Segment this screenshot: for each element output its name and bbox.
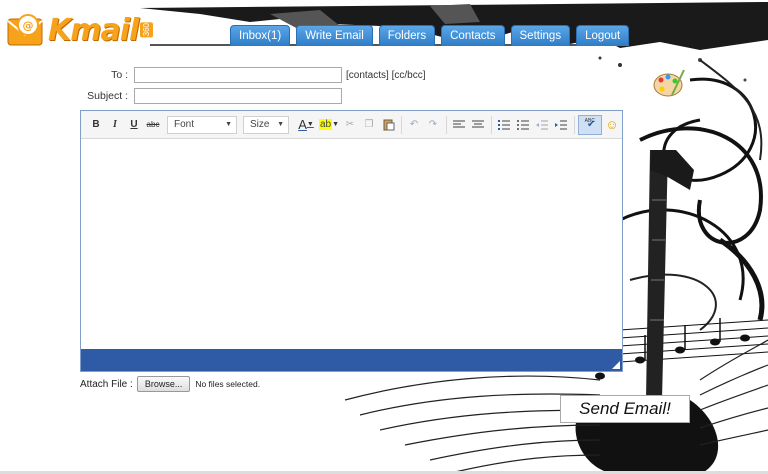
strikethrough-button[interactable]: abc xyxy=(144,116,162,134)
editor-toolbar: B I U abc Font ▼ Size ▼ A▼ ab▼ ✂ ❐ ↶ ↷ xyxy=(81,111,622,139)
align-center-icon[interactable] xyxy=(469,116,487,134)
tab-logout[interactable]: Logout xyxy=(576,25,630,46)
redo-icon[interactable]: ↷ xyxy=(424,116,442,134)
highlight-color-button[interactable]: ab ▼ xyxy=(318,116,340,134)
align-left-icon[interactable] xyxy=(450,116,468,134)
file-status: No files selected. xyxy=(195,379,261,389)
to-row: To : [contacts] [cc/bcc] xyxy=(80,67,425,83)
toolbar-separator xyxy=(574,115,575,134)
tab-folders[interactable]: Folders xyxy=(378,25,436,46)
bullet-list-icon[interactable] xyxy=(514,116,532,134)
subject-input[interactable] xyxy=(134,88,342,104)
size-select-label: Size xyxy=(250,119,270,130)
paste-icon[interactable] xyxy=(379,116,397,134)
resize-grip-icon[interactable] xyxy=(612,361,620,369)
chevron-down-icon: ▼ xyxy=(277,121,284,128)
toolbar-separator xyxy=(491,115,492,134)
logo-text: Kmail xyxy=(48,12,139,48)
attach-file-label: Attach File : xyxy=(80,378,133,390)
contacts-cc-bcc-links[interactable]: [contacts] [cc/bcc] xyxy=(346,70,425,81)
subject-row: Subject : xyxy=(80,88,342,104)
spellcheck-icon: ABC xyxy=(584,117,595,124)
indent-icon[interactable] xyxy=(552,116,570,134)
attach-file-row: Attach File : Browse... No files selecte… xyxy=(80,376,260,392)
font-select[interactable]: Font ▼ xyxy=(167,115,237,134)
outdent-icon[interactable] xyxy=(533,116,551,134)
cut-icon[interactable]: ✂ xyxy=(341,116,359,134)
font-select-label: Font xyxy=(174,119,195,130)
smiley-icon[interactable]: ☺ xyxy=(603,116,621,134)
toolbar-separator xyxy=(401,115,402,134)
size-select[interactable]: Size ▼ xyxy=(243,115,289,134)
underline-button[interactable]: U xyxy=(125,116,143,134)
editor-status-bar xyxy=(81,349,622,371)
numbered-list-icon[interactable] xyxy=(495,116,513,134)
chevron-down-icon: ▼ xyxy=(225,121,232,128)
editor-content-area[interactable] xyxy=(81,140,622,348)
subject-label: Subject : xyxy=(87,90,128,102)
send-email-button[interactable]: Send Email! xyxy=(560,395,690,423)
tab-write-email[interactable]: Write Email xyxy=(296,25,373,46)
envelope-icon: @ xyxy=(7,14,43,46)
bold-button[interactable]: B xyxy=(87,116,105,134)
to-label: To : xyxy=(111,69,128,81)
italic-button[interactable]: I xyxy=(106,116,124,134)
tab-settings[interactable]: Settings xyxy=(510,25,571,46)
to-input[interactable] xyxy=(134,67,342,83)
browse-button[interactable]: Browse... xyxy=(136,376,191,392)
kmail-logo[interactable]: @ Kmail 360 xyxy=(6,8,154,52)
text-color-icon: A xyxy=(298,117,307,132)
tab-inbox[interactable]: Inbox(1) xyxy=(230,25,291,46)
main-tabs: Inbox(1) Write Email Folders Contacts Se… xyxy=(230,25,630,46)
spellcheck-button[interactable]: ABC ✔ xyxy=(578,114,602,135)
toolbar-separator xyxy=(446,115,447,134)
svg-text:@: @ xyxy=(23,19,34,32)
copy-icon[interactable]: ❐ xyxy=(360,116,378,134)
tab-contacts[interactable]: Contacts xyxy=(441,25,505,46)
undo-icon[interactable]: ↶ xyxy=(405,116,423,134)
rich-text-editor: B I U abc Font ▼ Size ▼ A▼ ab▼ ✂ ❐ ↶ ↷ xyxy=(80,110,623,372)
text-color-button[interactable]: A ▼ xyxy=(295,116,317,134)
highlight-icon: ab xyxy=(318,119,333,130)
logo-badge: 360 xyxy=(140,22,154,38)
